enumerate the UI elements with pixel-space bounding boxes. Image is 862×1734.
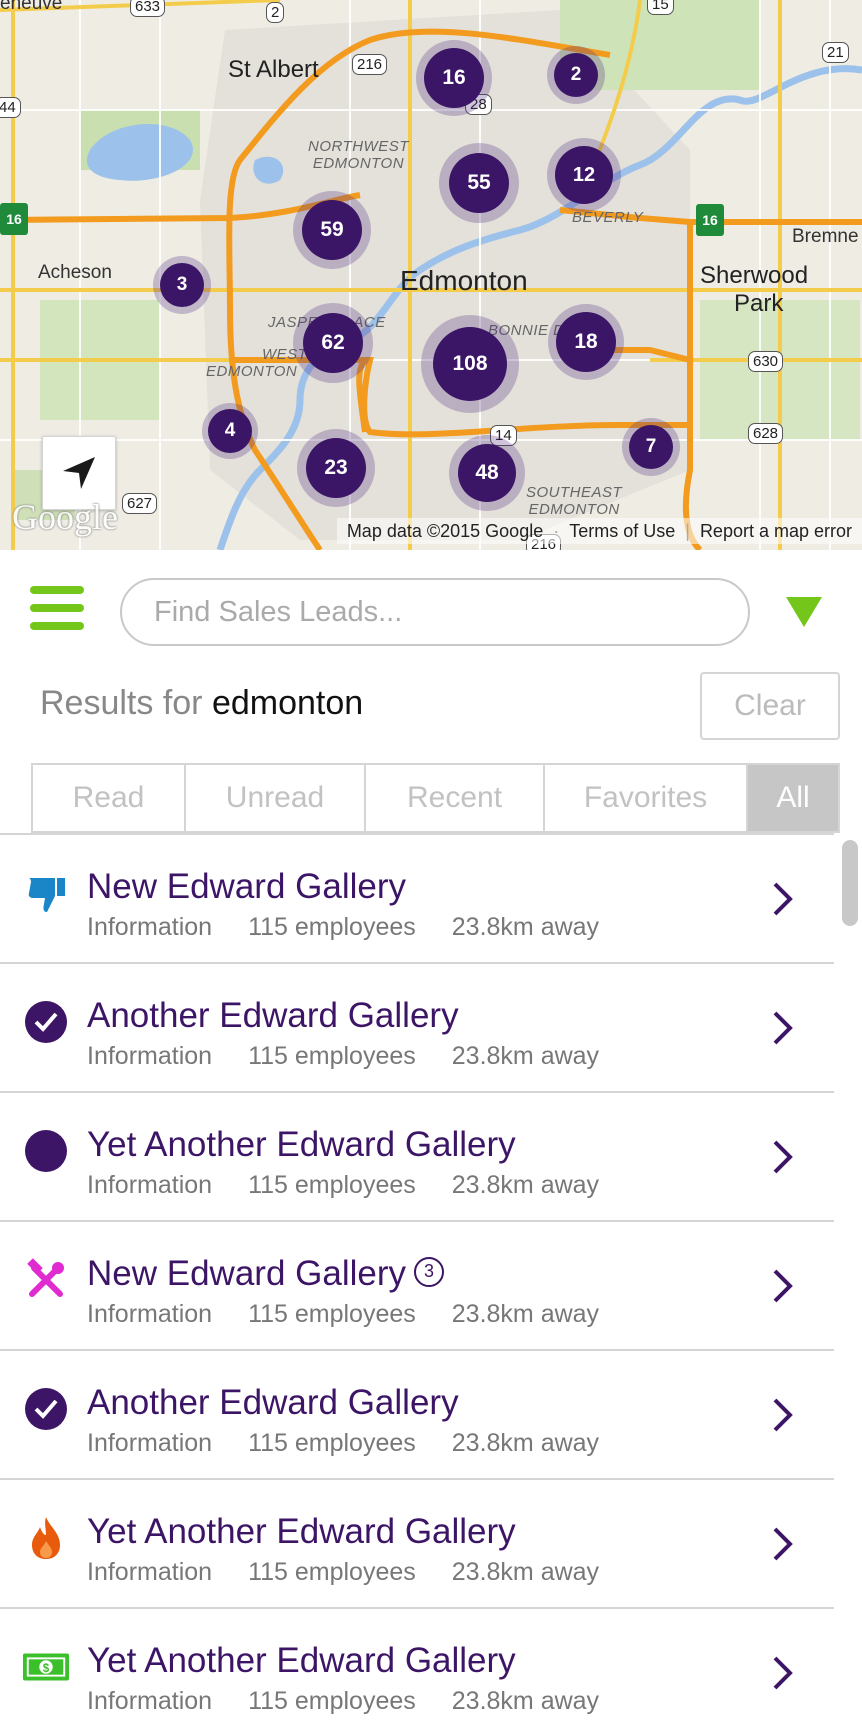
map-cluster-marker[interactable]: 16 bbox=[416, 40, 492, 116]
lead-meta: Information 115 employees 23.8km away bbox=[87, 913, 600, 941]
map-label-edmonton: Edmonton bbox=[400, 265, 528, 296]
map-cluster-marker[interactable]: 108 bbox=[421, 315, 519, 413]
chevron-right-icon bbox=[773, 882, 793, 916]
map-cluster-marker[interactable]: 4 bbox=[202, 403, 258, 459]
check-circle-icon bbox=[22, 1385, 70, 1433]
lead-meta: Information 115 employees 23.8km away bbox=[87, 1042, 600, 1070]
map-label-st-albert: St Albert bbox=[228, 56, 319, 83]
map-label-west: WEST EDMONTON bbox=[206, 346, 308, 380]
highway-16-shield: 16 bbox=[696, 204, 724, 236]
chevron-right-icon bbox=[773, 1140, 793, 1174]
route-shield: 627 bbox=[122, 493, 158, 514]
chevron-right-icon bbox=[773, 1656, 793, 1690]
lead-meta: Information 115 employees 23.8km away bbox=[87, 1171, 600, 1199]
lead-meta: Information 115 employees 23.8km away bbox=[87, 1687, 600, 1715]
check-circle-icon bbox=[22, 998, 70, 1046]
terms-link[interactable]: Terms of Use bbox=[559, 521, 685, 542]
map-cluster-marker[interactable]: 55 bbox=[439, 143, 519, 223]
tab-favorites[interactable]: Favorites bbox=[545, 765, 748, 831]
location-arrow-icon bbox=[63, 457, 95, 489]
filled-circle-icon bbox=[22, 1127, 70, 1175]
list-item[interactable]: $ Yet Another Edward Gallery Information… bbox=[0, 1609, 834, 1734]
map-label-park: Park bbox=[734, 290, 784, 317]
route-shield: 44 bbox=[0, 97, 21, 118]
tools-icon bbox=[22, 1256, 70, 1304]
map-attribution: Map data ©2015 Google · Terms of Use | R… bbox=[336, 518, 862, 544]
svg-text:$: $ bbox=[43, 1663, 50, 1675]
map-cluster-marker[interactable]: 23 bbox=[297, 429, 375, 507]
map-label-sherwood: Sherwood bbox=[700, 262, 809, 289]
list-item[interactable]: Another Edward Gallery Information 115 em… bbox=[0, 964, 834, 1093]
map-label-northwest: NORTHWEST EDMONTON bbox=[308, 138, 409, 172]
hamburger-menu-icon[interactable] bbox=[30, 586, 84, 636]
lead-title: New Edward Gallery 3 bbox=[87, 1254, 444, 1294]
map-cluster-marker[interactable]: 3 bbox=[153, 256, 211, 314]
lead-title: Yet Another Edward Gallery bbox=[87, 1641, 516, 1680]
chevron-right-icon bbox=[773, 1398, 793, 1432]
filter-tabs: Read Unread Recent Favorites All bbox=[31, 763, 840, 833]
list-item[interactable]: Another Edward Gallery Information 115 em… bbox=[0, 1351, 834, 1480]
lead-meta: Information 115 employees 23.8km away bbox=[87, 1300, 600, 1328]
map-data-text: Map data ©2015 Google bbox=[346, 520, 544, 541]
lead-meta: Information 115 employees 23.8km away bbox=[87, 1558, 600, 1586]
route-shield: 2 bbox=[266, 2, 285, 23]
results-query: edmonton bbox=[211, 684, 364, 722]
route-shield: 216 bbox=[352, 54, 388, 75]
money-icon: $ bbox=[22, 1643, 70, 1691]
map-label-southeast: SOUTHEAST EDMONTON bbox=[526, 484, 623, 518]
map-cluster-marker[interactable]: 59 bbox=[293, 191, 371, 269]
search-input[interactable] bbox=[120, 578, 750, 646]
route-shield: 15 bbox=[647, 0, 674, 15]
route-shield: 21 bbox=[822, 42, 849, 63]
list-item[interactable]: Yet Another Edward Gallery Information 11… bbox=[0, 1093, 834, 1222]
tab-all[interactable]: All bbox=[748, 765, 838, 831]
chevron-right-icon bbox=[773, 1269, 793, 1303]
google-logo: Google bbox=[12, 497, 118, 537]
list-item[interactable]: Yet Another Edward Gallery Information 11… bbox=[0, 1480, 834, 1609]
lead-title: Yet Another Edward Gallery bbox=[87, 1512, 516, 1551]
map-cluster-marker[interactable]: 62 bbox=[293, 303, 373, 383]
flame-icon bbox=[22, 1514, 70, 1562]
map-label-acheson: Acheson bbox=[38, 262, 112, 283]
map-label-geneve: eneuve bbox=[0, 0, 63, 14]
lead-title: Another Edward Gallery bbox=[87, 1383, 459, 1422]
thumbs-down-icon bbox=[22, 869, 70, 917]
highway-16-shield: 16 bbox=[0, 203, 28, 235]
route-shield: 633 bbox=[130, 0, 166, 17]
lead-title: Another Edward Gallery bbox=[87, 996, 459, 1035]
chevron-right-icon bbox=[773, 1011, 793, 1045]
leads-list: New Edward Gallery Information 115 employ… bbox=[0, 833, 834, 1734]
list-item[interactable]: New Edward Gallery Information 115 employ… bbox=[0, 835, 834, 964]
map-cluster-marker[interactable]: 7 bbox=[622, 418, 680, 476]
map-cluster-marker[interactable]: 48 bbox=[449, 435, 525, 511]
clear-button[interactable]: Clear bbox=[700, 672, 840, 740]
lead-count-badge: 3 bbox=[414, 1256, 444, 1287]
chevron-right-icon bbox=[773, 1527, 793, 1561]
report-map-error-link[interactable]: Report a map error bbox=[690, 521, 862, 542]
lead-title: Yet Another Edward Gallery bbox=[87, 1125, 516, 1164]
map-cluster-marker[interactable]: 18 bbox=[548, 304, 624, 380]
list-item[interactable]: New Edward Gallery 3 Information 115 emplo… bbox=[0, 1222, 834, 1351]
lead-title: New Edward Gallery bbox=[87, 867, 406, 906]
tab-unread[interactable]: Unread bbox=[186, 765, 366, 831]
lead-meta: Information 115 employees 23.8km away bbox=[87, 1429, 600, 1457]
map-view[interactable]: eneuve St Albert Edmonton Sherwood Park … bbox=[0, 0, 862, 550]
map-cluster-marker[interactable]: 2 bbox=[547, 46, 605, 104]
map-cluster-marker[interactable]: 12 bbox=[547, 138, 621, 212]
list-scrollbar[interactable] bbox=[842, 840, 858, 926]
tab-recent[interactable]: Recent bbox=[366, 765, 545, 831]
results-prefix: Results for bbox=[40, 684, 203, 722]
route-shield: 628 bbox=[748, 423, 784, 444]
results-heading: Results for edmonton bbox=[40, 684, 363, 723]
filter-dropdown-icon[interactable] bbox=[786, 597, 822, 627]
tab-read[interactable]: Read bbox=[33, 765, 186, 831]
map-label-bremner: Bremne bbox=[792, 226, 859, 247]
route-shield: 630 bbox=[748, 351, 784, 372]
